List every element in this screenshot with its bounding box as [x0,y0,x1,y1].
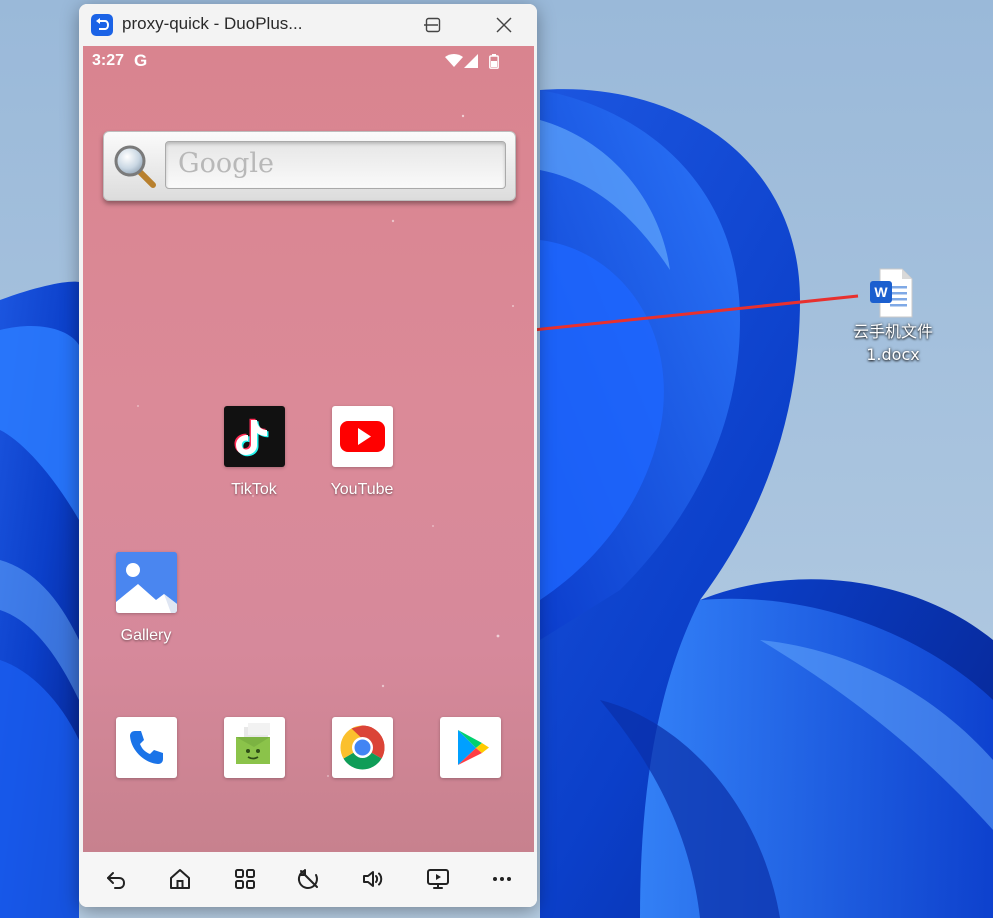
back-icon [107,872,126,889]
dock-phone[interactable] [101,717,191,778]
gallery-icon [115,552,177,613]
play-store-icon [439,717,501,778]
phone-icon [115,717,177,778]
chrome-icon [331,717,393,778]
dock-chrome[interactable] [317,717,407,778]
app-gallery[interactable]: Gallery [101,552,191,645]
home-icon [170,869,190,889]
search-placeholder: Google [178,148,274,179]
maximize-button[interactable] [417,4,461,46]
status-bar: 3:27 G [83,46,534,78]
apps-grid-icon [235,869,255,889]
wifi-icon [445,54,463,67]
signal-icon [464,54,478,68]
messages-icon [223,717,285,778]
tiktok-icon [223,406,285,467]
duoplus-window: proxy-quick - DuoPlus... 3:27 G Google T… [79,4,537,907]
app-youtube[interactable]: YouTube [317,406,407,499]
screen-cast-icon [427,869,449,889]
svg-text:W: W [874,284,888,300]
app-label: TikTok [231,481,277,498]
dock-messages[interactable] [209,717,299,778]
desktop-file-docx[interactable]: W 云手机文件 1.docx [838,262,948,374]
magnifier-icon [114,145,156,188]
back-button[interactable] [101,864,131,894]
window-titlebar[interactable]: proxy-quick - DuoPlus... [79,4,537,46]
battery-icon [489,54,499,69]
app-label: Gallery [120,627,172,644]
more-button[interactable] [487,864,517,894]
rotate-off-icon [297,869,318,889]
word-document-icon: W [870,268,913,318]
app-label: YouTube [330,481,394,498]
rotate-button[interactable] [294,864,324,894]
google-search-widget[interactable]: Google [103,131,516,201]
close-button[interactable] [482,4,526,46]
window-title: proxy-quick - DuoPlus... [122,14,303,33]
duoplus-logo-icon [91,14,113,36]
close-icon [496,17,512,33]
desktop-file-label: 云手机文件 1.docx [852,322,933,364]
more-icon [493,877,511,881]
youtube-icon [331,406,393,467]
app-tiktok[interactable]: TikTok [209,406,299,499]
home-button[interactable] [165,864,195,894]
status-time: 3:27 [92,52,125,69]
android-screen[interactable]: 3:27 G Google TikTok YouTube Gallery [83,46,534,852]
recent-apps-button[interactable] [230,864,260,894]
search-input[interactable]: Google [165,141,506,189]
emulator-toolbar [79,852,537,907]
google-status-icon: G [134,51,148,70]
volume-button[interactable] [358,864,388,894]
maximize-icon [425,17,441,33]
screen-cast-button[interactable] [423,864,453,894]
dock-play-store[interactable] [425,717,515,778]
volume-icon [363,871,383,887]
